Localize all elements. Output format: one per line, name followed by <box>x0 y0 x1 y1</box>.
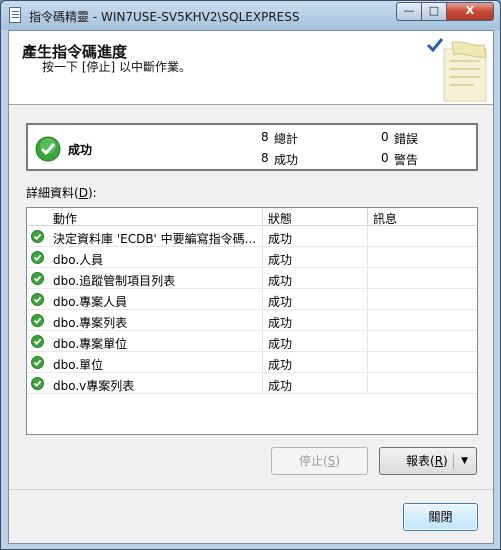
check-circle-icon <box>31 293 44 306</box>
cell-status: 成功 <box>268 274 293 288</box>
cell-divider <box>262 226 263 247</box>
cell-status: 成功 <box>268 379 293 393</box>
table-row[interactable]: dbo.v專案列表 成功 <box>27 373 477 394</box>
cell-divider <box>262 352 263 373</box>
details-label-suffix: ): <box>87 186 97 200</box>
close-window-button[interactable]: X <box>446 2 494 21</box>
grid-header: 動作 狀態 訊息 <box>27 208 477 226</box>
warning-label: 警告 <box>394 153 419 167</box>
cell-status: 成功 <box>268 316 293 330</box>
window-title: 指令碼精靈 - WIN7USE-SV5KHV2\SQLEXPRESS <box>29 10 300 24</box>
wizard-window: 指令碼精靈 - WIN7USE-SV5KHV2\SQLEXPRESS — □ X… <box>0 0 501 550</box>
cell-divider <box>367 247 368 268</box>
cell-status: 成功 <box>268 295 293 309</box>
report-button[interactable]: 報表(R) ▼ <box>379 447 477 475</box>
column-header-message[interactable]: 訊息 <box>373 210 397 227</box>
cell-action: dbo.專案人員 <box>53 295 128 309</box>
table-row[interactable]: dbo.專案單位 成功 <box>27 331 477 352</box>
check-circle-icon <box>31 335 44 348</box>
success-count: 8 <box>261 151 269 165</box>
table-row[interactable]: dbo.追蹤管制項目列表 成功 <box>27 268 477 289</box>
table-row[interactable]: dbo.專案人員 成功 <box>27 289 477 310</box>
check-circle-icon <box>31 377 44 390</box>
stop-label: 停止( <box>299 454 328 468</box>
details-grid[interactable]: 動作 狀態 訊息 決定資料庫 'ECDB' 中要編寫指令碼... 成功 dbo.人員… <box>26 207 478 435</box>
table-row[interactable]: 決定資料庫 'ECDB' 中要編寫指令碼... 成功 <box>27 226 477 247</box>
cell-action: dbo.專案單位 <box>53 337 128 351</box>
check-circle-icon <box>31 314 44 327</box>
cell-divider <box>367 310 368 331</box>
error-count: 0 <box>381 130 389 144</box>
report-label: 報表( <box>406 454 435 468</box>
stop-label-suffix: ) <box>335 454 340 468</box>
details-label-key: D <box>78 186 88 200</box>
app-icon <box>9 7 21 23</box>
table-row[interactable]: dbo.人員 成功 <box>27 247 477 268</box>
column-divider[interactable] <box>262 208 263 226</box>
cell-status: 成功 <box>268 337 293 351</box>
cell-divider <box>262 289 263 310</box>
cell-action: dbo.專案列表 <box>53 316 128 330</box>
cell-action: dbo.追蹤管制項目列表 <box>53 274 176 288</box>
cell-action: 決定資料庫 'ECDB' 中要編寫指令碼... <box>53 232 257 246</box>
stop-button[interactable]: 停止(S) <box>271 447 368 475</box>
check-circle-icon <box>31 230 44 243</box>
cell-divider <box>367 226 368 247</box>
minimize-button[interactable]: — <box>396 2 422 21</box>
check-circle-icon <box>31 251 44 264</box>
report-label-suffix: ) <box>443 454 448 468</box>
wizard-header: 產生指令碼進度 按一下 [停止] 以中斷作業。 <box>9 31 493 105</box>
total-label: 總計 <box>274 132 299 146</box>
client-area: 產生指令碼進度 按一下 [停止] 以中斷作業。 成功 8 總計 8 成功 0 錯… <box>8 30 494 544</box>
check-circle-icon <box>31 272 44 285</box>
table-row[interactable]: dbo.專案列表 成功 <box>27 310 477 331</box>
dropdown-arrow-icon[interactable]: ▼ <box>461 448 468 474</box>
cell-divider <box>367 331 368 352</box>
check-circle-icon <box>35 136 61 162</box>
maximize-button[interactable]: □ <box>421 2 447 21</box>
footer-divider <box>9 489 493 490</box>
table-row[interactable]: dbo.單位 成功 <box>27 352 477 373</box>
cell-action: dbo.單位 <box>53 358 104 372</box>
cell-divider <box>367 373 368 394</box>
document-checkmark-icon <box>426 38 487 102</box>
details-label: 詳細資料(D): <box>26 184 97 201</box>
error-label: 錯誤 <box>394 132 419 146</box>
cell-action: dbo.v專案列表 <box>53 379 135 393</box>
overall-status: 成功 <box>68 143 93 157</box>
warning-count: 0 <box>381 151 389 165</box>
report-key: R <box>434 454 444 468</box>
status-summary: 成功 8 總計 8 成功 0 錯誤 0 警告 <box>26 123 478 171</box>
cell-status: 成功 <box>268 253 293 267</box>
details-label-prefix: 詳細資料( <box>26 186 79 200</box>
check-circle-icon <box>31 356 44 369</box>
page-subtitle: 按一下 [停止] 以中斷作業。 <box>42 60 191 74</box>
cell-divider <box>367 289 368 310</box>
cell-divider <box>262 247 263 268</box>
cell-divider <box>262 331 263 352</box>
cell-divider <box>262 310 263 331</box>
split-divider <box>453 453 454 469</box>
cell-divider <box>367 268 368 289</box>
cell-status: 成功 <box>268 358 293 372</box>
success-label: 成功 <box>274 153 299 167</box>
column-divider[interactable] <box>367 208 368 226</box>
cell-status: 成功 <box>268 232 293 246</box>
title-bar[interactable]: 指令碼精靈 - WIN7USE-SV5KHV2\SQLEXPRESS — □ X <box>1 1 500 30</box>
cell-divider <box>262 268 263 289</box>
cell-divider <box>262 373 263 394</box>
cell-action: dbo.人員 <box>53 253 104 267</box>
close-button[interactable]: 關閉 <box>403 503 478 531</box>
cell-divider <box>367 352 368 373</box>
column-header-status[interactable]: 狀態 <box>268 210 292 227</box>
total-count: 8 <box>261 130 269 144</box>
column-header-action[interactable]: 動作 <box>53 210 77 227</box>
